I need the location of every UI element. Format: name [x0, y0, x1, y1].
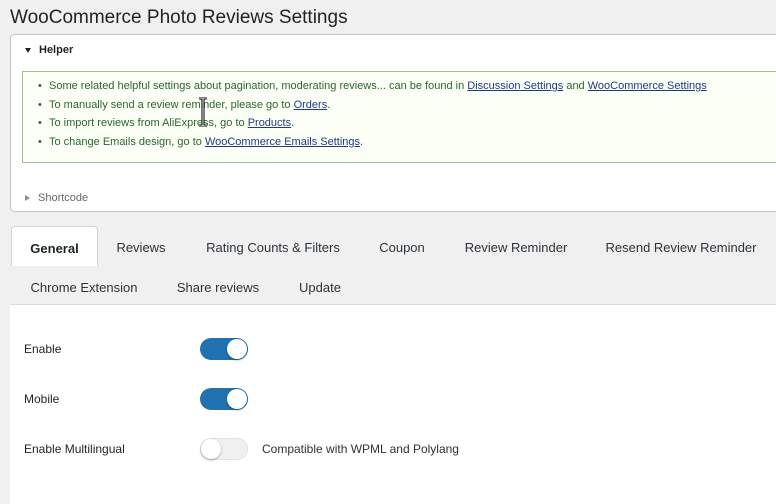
caret-down-icon — [25, 47, 31, 53]
tab-general[interactable]: General — [11, 226, 98, 266]
tab-rating-counts-filters[interactable]: Rating Counts & Filters — [198, 226, 348, 266]
tab-share-reviews[interactable]: Share reviews — [170, 266, 266, 306]
woocommerce-emails-settings-link[interactable]: WooCommerce Emails Settings — [205, 136, 360, 148]
helper-title-label: Helper — [39, 44, 74, 56]
discussion-settings-link[interactable]: Discussion Settings — [467, 80, 563, 92]
settings-tabs: General Reviews Rating Counts & Filters … — [10, 224, 776, 304]
enable-toggle[interactable] — [200, 338, 248, 360]
helper-accordion: Helper Some related helpful settings abo… — [10, 34, 776, 212]
orders-link[interactable]: Orders — [294, 99, 328, 111]
notice-item: To change Emails design, go to WooCommer… — [38, 133, 776, 152]
setting-row-enable: Enable — [24, 338, 248, 360]
notice-item: Some related helpful settings about pagi… — [38, 77, 776, 96]
toggle-knob — [201, 439, 221, 459]
caret-right-icon — [25, 195, 30, 201]
toggle-knob — [227, 389, 247, 409]
notice-item: To import reviews from AliExpress, go to… — [38, 114, 776, 133]
multilingual-hint: Compatible with WPML and Polylang — [262, 442, 459, 456]
page-title: WooCommerce Photo Reviews Settings — [10, 7, 348, 28]
tab-coupon[interactable]: Coupon — [368, 226, 436, 266]
notice-item: To manually send a review reminder, plea… — [38, 96, 776, 115]
text-cursor-icon — [199, 97, 207, 127]
tab-resend-review-reminder[interactable]: Resend Review Reminder — [598, 226, 764, 266]
helper-notice: Some related helpful settings about pagi… — [22, 71, 776, 163]
tab-reviews[interactable]: Reviews — [106, 226, 176, 266]
setting-row-multilingual: Enable Multilingual Compatible with WPML… — [24, 438, 459, 460]
tab-review-reminder[interactable]: Review Reminder — [456, 226, 576, 266]
tab-chrome-extension[interactable]: Chrome Extension — [22, 266, 146, 306]
multilingual-toggle[interactable] — [200, 438, 248, 460]
multilingual-label: Enable Multilingual — [24, 442, 125, 456]
helper-accordion-title[interactable]: Helper — [25, 44, 73, 56]
products-link[interactable]: Products — [248, 117, 291, 129]
setting-row-mobile: Mobile — [24, 388, 248, 410]
mobile-toggle[interactable] — [200, 388, 248, 410]
shortcode-title-label: Shortcode — [38, 192, 89, 204]
general-settings-panel: Enable Mobile Enable Multilingual Compat… — [10, 304, 776, 504]
tab-update[interactable]: Update — [292, 266, 348, 306]
enable-label: Enable — [24, 342, 62, 356]
shortcode-accordion-title[interactable]: Shortcode — [25, 192, 88, 204]
toggle-knob — [227, 339, 247, 359]
woocommerce-settings-link[interactable]: WooCommerce Settings — [588, 80, 707, 92]
mobile-label: Mobile — [24, 392, 60, 406]
